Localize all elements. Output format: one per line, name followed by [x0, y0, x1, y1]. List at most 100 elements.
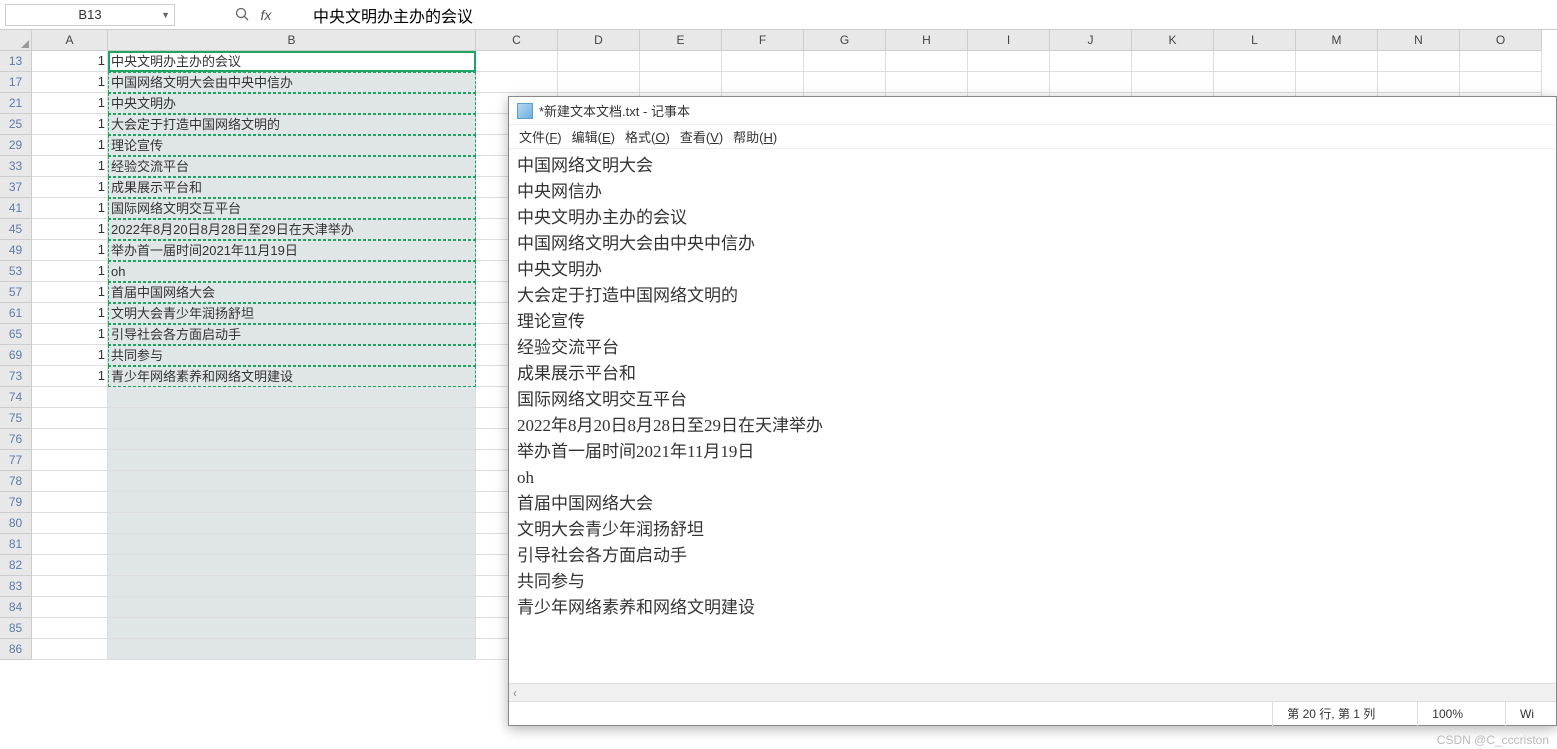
row-header[interactable]: 29 [0, 135, 32, 156]
row-header[interactable]: 45 [0, 219, 32, 240]
row-header[interactable]: 25 [0, 114, 32, 135]
col-header-I[interactable]: I [968, 30, 1050, 51]
col-header-G[interactable]: G [804, 30, 886, 51]
notepad-title-bar[interactable]: *新建文本文档.txt - 记事本 [509, 97, 1556, 125]
col-header-C[interactable]: C [476, 30, 558, 51]
cell[interactable] [108, 450, 476, 471]
cell[interactable]: 理论宣传 [108, 135, 476, 156]
cell[interactable] [32, 555, 108, 576]
cell[interactable]: 1 [32, 324, 108, 345]
cell[interactable] [1378, 72, 1460, 93]
cell[interactable]: 青少年网络素养和网络文明建设 [108, 366, 476, 387]
row-header[interactable]: 65 [0, 324, 32, 345]
cell[interactable] [108, 534, 476, 555]
cell[interactable] [108, 408, 476, 429]
cell[interactable] [108, 429, 476, 450]
menu-format[interactable]: 格式(O) [621, 125, 674, 148]
row-header[interactable]: 74 [0, 387, 32, 408]
cell[interactable]: 1 [32, 282, 108, 303]
row-header[interactable]: 13 [0, 51, 32, 72]
col-header-K[interactable]: K [1132, 30, 1214, 51]
cell[interactable]: oh [108, 261, 476, 282]
row-header[interactable]: 73 [0, 366, 32, 387]
cell[interactable] [32, 408, 108, 429]
row-header[interactable]: 80 [0, 513, 32, 534]
row-header[interactable]: 76 [0, 429, 32, 450]
menu-view[interactable]: 查看(V) [676, 125, 727, 148]
cell[interactable]: 1 [32, 114, 108, 135]
cell[interactable] [1460, 51, 1542, 72]
cell[interactable] [108, 576, 476, 597]
cell[interactable]: 成果展示平台和 [108, 177, 476, 198]
cell[interactable]: 2022年8月20日8月28日至29日在天津举办 [108, 219, 476, 240]
cell[interactable] [32, 618, 108, 639]
col-header-E[interactable]: E [640, 30, 722, 51]
cell[interactable]: 1 [32, 135, 108, 156]
cell[interactable] [476, 72, 558, 93]
cell[interactable] [1132, 72, 1214, 93]
cell[interactable] [1214, 72, 1296, 93]
cell[interactable] [1296, 51, 1378, 72]
cell[interactable]: 1 [32, 345, 108, 366]
cell[interactable] [722, 72, 804, 93]
cell[interactable] [886, 51, 968, 72]
cell[interactable]: 1 [32, 198, 108, 219]
cell[interactable] [1214, 51, 1296, 72]
cell[interactable]: 1 [32, 156, 108, 177]
cell[interactable] [32, 534, 108, 555]
cell[interactable]: 经验交流平台 [108, 156, 476, 177]
cell[interactable]: 1 [32, 177, 108, 198]
notepad-window[interactable]: *新建文本文档.txt - 记事本 文件(F) 编辑(E) 格式(O) 查看(V… [508, 96, 1557, 726]
cell[interactable] [32, 450, 108, 471]
cell[interactable] [32, 492, 108, 513]
row-header[interactable]: 78 [0, 471, 32, 492]
cell[interactable] [722, 51, 804, 72]
cell[interactable] [804, 51, 886, 72]
scroll-left-icon[interactable]: ‹ [513, 686, 517, 700]
name-box-dropdown-icon[interactable]: ▼ [161, 10, 170, 20]
col-header-N[interactable]: N [1378, 30, 1460, 51]
cell[interactable] [108, 471, 476, 492]
select-all-corner[interactable] [0, 30, 32, 51]
cell[interactable] [32, 471, 108, 492]
cell[interactable] [640, 72, 722, 93]
cell[interactable] [1296, 72, 1378, 93]
formula-input[interactable] [303, 4, 1552, 26]
row-header[interactable]: 17 [0, 72, 32, 93]
cell[interactable] [32, 597, 108, 618]
cell[interactable] [108, 513, 476, 534]
row-header[interactable]: 21 [0, 93, 32, 114]
cell[interactable] [1050, 51, 1132, 72]
row-header[interactable]: 81 [0, 534, 32, 555]
cell[interactable]: 中央文明办主办的会议 [108, 51, 476, 72]
notepad-text-area[interactable]: 中国网络文明大会 中央网信办 中央文明办主办的会议 中国网络文明大会由中央中信办… [509, 149, 1556, 683]
cell[interactable]: 1 [32, 72, 108, 93]
cell[interactable] [32, 639, 108, 660]
cell[interactable] [32, 429, 108, 450]
cell[interactable] [108, 555, 476, 576]
cell[interactable] [558, 72, 640, 93]
cell[interactable]: 1 [32, 261, 108, 282]
col-header-L[interactable]: L [1214, 30, 1296, 51]
cell[interactable]: 文明大会青少年润扬舒坦 [108, 303, 476, 324]
zoom-icon[interactable] [233, 6, 251, 24]
cell[interactable] [32, 387, 108, 408]
col-header-M[interactable]: M [1296, 30, 1378, 51]
row-header[interactable]: 49 [0, 240, 32, 261]
col-header-O[interactable]: O [1460, 30, 1542, 51]
cell[interactable]: 1 [32, 51, 108, 72]
cell[interactable] [108, 492, 476, 513]
fx-label[interactable]: fx [257, 6, 275, 24]
row-header[interactable]: 33 [0, 156, 32, 177]
row-header[interactable]: 84 [0, 597, 32, 618]
col-header-F[interactable]: F [722, 30, 804, 51]
col-header-A[interactable]: A [32, 30, 108, 51]
cell[interactable]: 中国网络文明大会由中央中信办 [108, 72, 476, 93]
row-header[interactable]: 79 [0, 492, 32, 513]
cell[interactable] [1132, 51, 1214, 72]
row-header[interactable]: 61 [0, 303, 32, 324]
cell[interactable]: 1 [32, 366, 108, 387]
row-header[interactable]: 83 [0, 576, 32, 597]
cell[interactable] [108, 618, 476, 639]
cell[interactable] [108, 597, 476, 618]
